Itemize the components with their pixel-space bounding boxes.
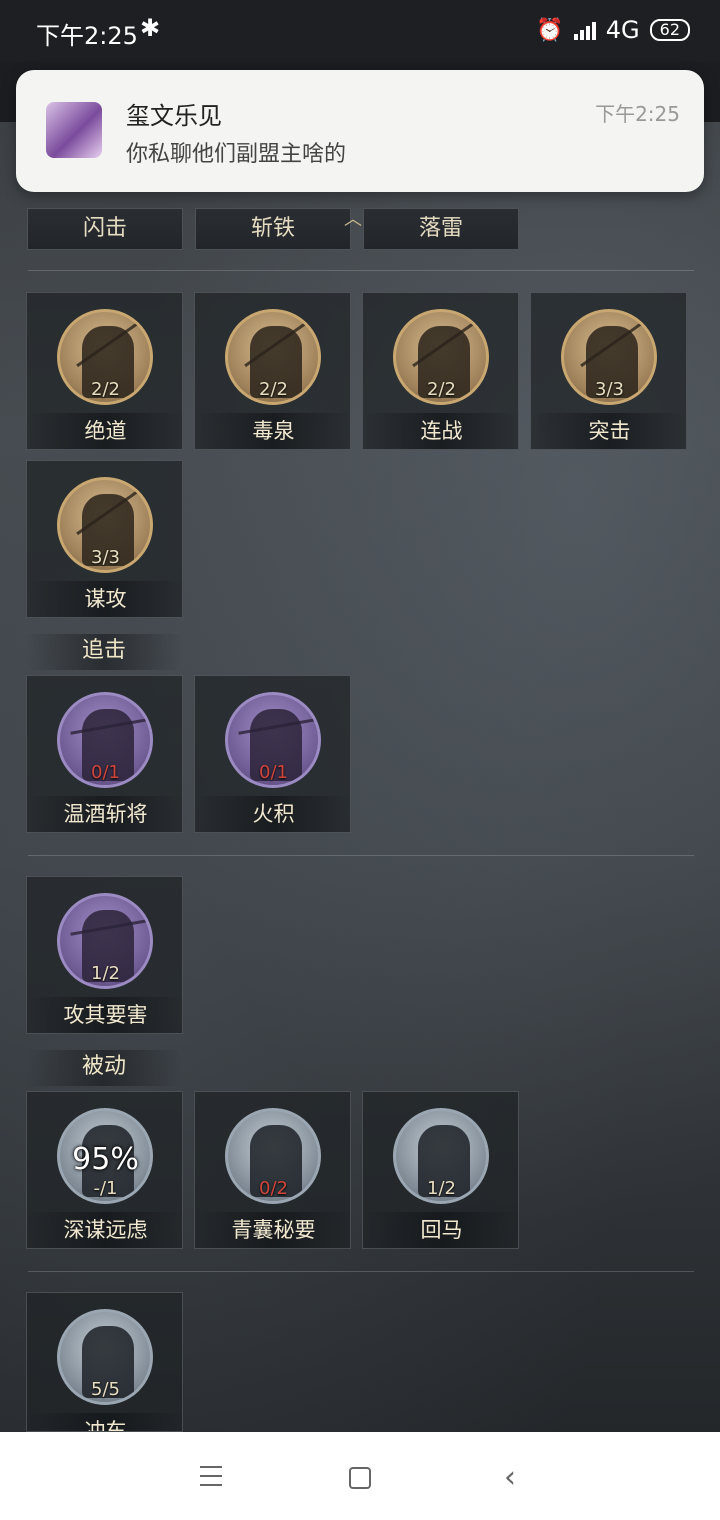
notification-sender: 玺文乐见 [126,102,222,130]
battery-level: 62 [659,20,680,39]
skill-card[interactable]: 0/2 青囊秘要 [194,1091,352,1249]
skill-count: -/1 [93,1178,118,1199]
skill-card[interactable]: 3/3 突击 [530,292,688,450]
section-label-passive: 被动 [26,1050,182,1086]
skill-name: 回马 [363,1212,520,1248]
skill-count: 0/2 [259,1178,288,1199]
skill-name: 温酒斩将 [27,796,184,832]
skill-name: 冲车 [27,1413,182,1431]
menu-icon[interactable] [200,1466,222,1493]
signal-icon [573,20,596,40]
skill-card[interactable]: 1/2 回马 [362,1091,520,1249]
chip-shanji[interactable]: 闪击 [27,208,183,250]
progress-percent: 95% [72,1142,139,1177]
notification-message: 你私聊他们副盟主啥的 [126,142,347,167]
bluetooth-icon: ✱ [140,14,161,42]
skill-count: 3/3 [91,547,120,568]
skill-card[interactable]: 0/1 温酒斩将 [26,675,184,833]
status-bar: 下午2:25 ✱ ⏰ 4G 62 [0,0,720,62]
divider [28,1271,694,1272]
network-type: 4G [605,16,640,44]
skill-name: 火积 [195,796,352,832]
skill-name: 毒泉 [195,413,352,449]
skill-card[interactable]: 95% -/1 深谋远虑 [26,1091,184,1249]
chevron-up-icon[interactable]: ︿ [344,205,362,231]
skill-count: 2/2 [427,379,456,400]
skill-name: 突击 [531,413,688,449]
skill-name: 谋攻 [27,581,184,617]
skill-count: 1/2 [91,963,120,984]
skill-name: 攻其要害 [27,997,184,1033]
skill-card[interactable]: 1/2 攻其要害 [26,876,184,1034]
system-nav-bar: ‹ [0,1432,720,1520]
skill-card[interactable]: 3/3 谋攻 [26,460,184,618]
skill-count: 5/5 [91,1379,120,1400]
skill-card[interactable]: 2/2 绝道 [26,292,184,450]
avatar [46,102,102,158]
skill-count: 3/3 [595,379,624,400]
skill-card[interactable]: 5/5 冲车 [26,1292,183,1432]
skill-count: 2/2 [91,379,120,400]
section-label-chase: 追击 [26,634,182,670]
alarm-icon: ⏰ [536,17,564,43]
divider [28,270,694,271]
skill-card[interactable]: 2/2 连战 [362,292,520,450]
status-time: 下午2:25 [36,22,138,50]
back-icon[interactable]: ‹ [504,1460,516,1495]
skill-name: 绝道 [27,413,184,449]
battery-icon: 62 [649,19,690,41]
chip-zhantie[interactable]: 斩铁 [195,208,351,250]
skill-card[interactable]: 2/2 毒泉 [194,292,352,450]
chip-luolei[interactable]: 落雷 [363,208,519,250]
home-icon[interactable] [349,1467,371,1489]
skill-count: 2/2 [259,379,288,400]
skill-card[interactable]: 0/1 火积 [194,675,352,833]
skill-count: 0/1 [91,762,120,783]
notification-time: 下午2:25 [595,102,680,126]
skill-count: 1/2 [427,1178,456,1199]
notification-banner[interactable]: 玺文乐见 你私聊他们副盟主啥的 下午2:25 [16,70,704,192]
skill-count: 0/1 [259,762,288,783]
skill-name: 连战 [363,413,520,449]
skill-name: 青囊秘要 [195,1212,352,1248]
divider [28,855,694,856]
skill-name: 深谋远虑 [27,1212,184,1248]
